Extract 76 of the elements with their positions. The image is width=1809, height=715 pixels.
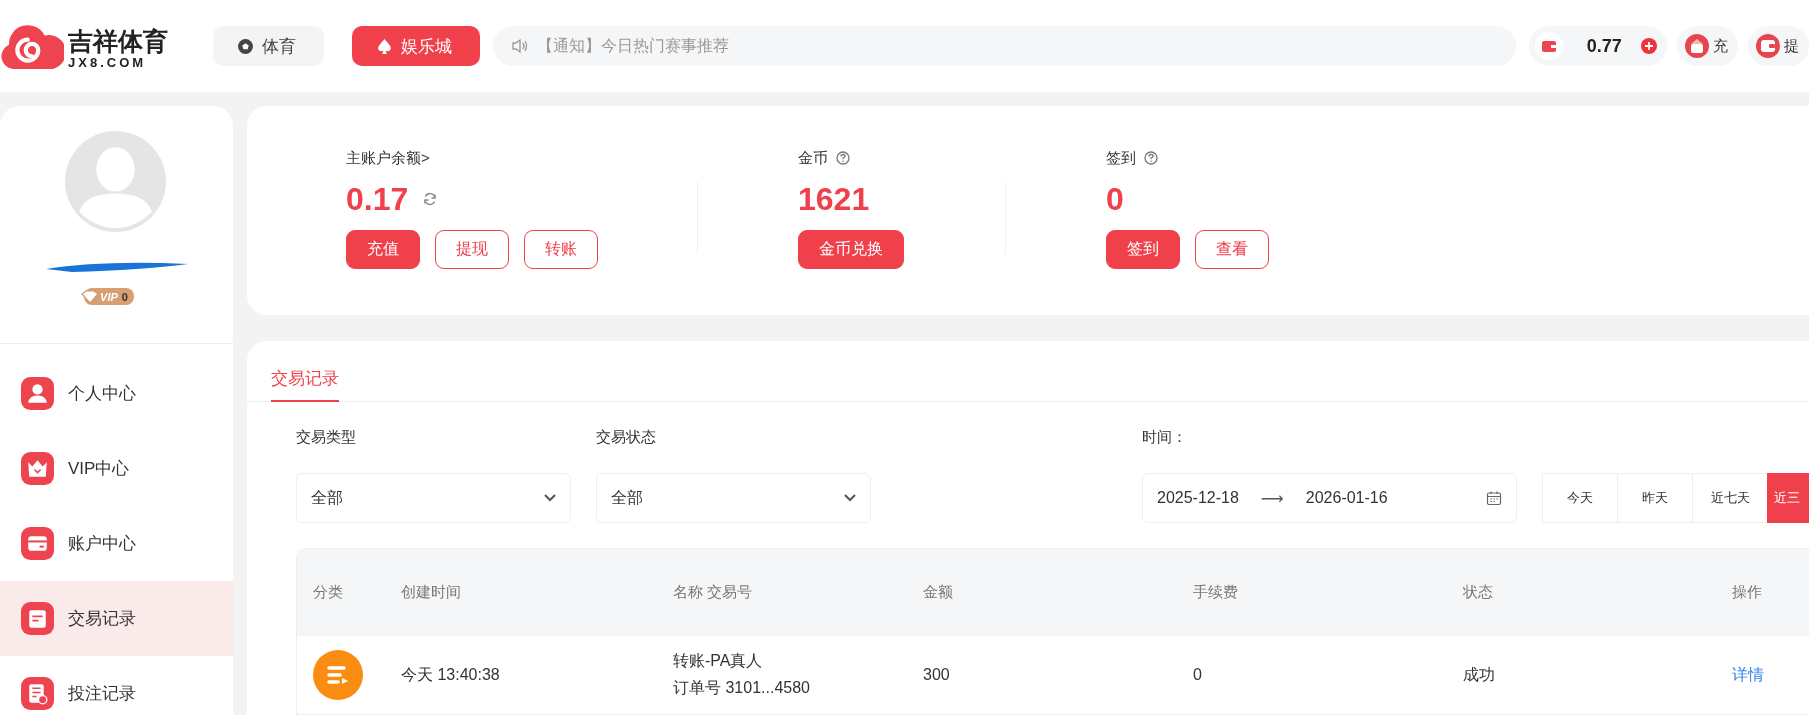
wallet-amount: 1621 (798, 180, 870, 218)
card-icon (21, 527, 54, 560)
details-link[interactable]: 详情 (1732, 664, 1792, 686)
table-cell-text: 300 (923, 666, 951, 684)
table-cell-text: 今天 13:40:38 (401, 664, 501, 685)
wallet-button[interactable]: 充值 (346, 230, 420, 269)
crown-icon (21, 452, 54, 485)
date-range-button[interactable]: 昨天 (1617, 473, 1692, 523)
wallet-button[interactable]: 金币兑换 (798, 230, 904, 269)
deposit-icon (1685, 34, 1709, 58)
wallet-label: 签到 (1106, 148, 1136, 168)
table-cell-text: 订单号 3101...4580 (673, 678, 811, 698)
table-cell-text: 转账-PA真人 (673, 651, 764, 671)
vip-level: 0 (121, 290, 128, 303)
shortcut-button[interactable]: 提 (1748, 26, 1809, 66)
wallet-icon (1534, 32, 1563, 60)
notepad-icon (21, 602, 54, 635)
wallet-button[interactable]: 转账 (524, 230, 598, 269)
logo-domain: JX8.COM (68, 54, 148, 70)
chevron-down-icon (843, 494, 856, 502)
wallet-button[interactable]: 提现 (435, 230, 509, 269)
date-range-field[interactable]: 2025-12-18 ⟶ 2026-01-16 (1142, 473, 1517, 523)
help-icon[interactable] (1144, 151, 1158, 165)
sidebar-label: 个人中心 (68, 383, 136, 405)
wallet-icon (1756, 34, 1780, 58)
wallet-label: 金币 (798, 148, 828, 168)
wallet-amount: 0.17 (346, 180, 409, 218)
sidebar-item[interactable]: 投注记录 (0, 656, 233, 715)
sidebar-label: 账户中心 (68, 533, 136, 555)
vip-label: VIP (100, 290, 118, 303)
filter-select[interactable]: 全部 (595, 473, 871, 523)
filter-select[interactable]: 全部 (296, 473, 571, 523)
sidebar-item[interactable]: VIP中心 (0, 431, 233, 506)
transfer-icon (313, 650, 363, 700)
sidebar-label: 交易记录 (68, 608, 136, 630)
refresh-icon[interactable] (422, 191, 439, 207)
spade-icon (376, 37, 393, 55)
column-header: 状态 (1463, 583, 1494, 602)
wallet-label: 主账户余额> (346, 148, 430, 168)
column-header: 金额 (923, 583, 954, 602)
filter-label: 时间： (1142, 428, 1188, 447)
filter-label: 交易状态 (595, 428, 657, 447)
help-icon[interactable] (836, 151, 850, 165)
wallet-amount: 0 (1106, 180, 1124, 218)
plus-icon[interactable] (1641, 38, 1657, 54)
speaker-icon (511, 38, 529, 54)
balance-amount: 0.77 (1586, 35, 1623, 57)
nav-tab[interactable]: 体育 (213, 26, 324, 66)
sidebar-label: 投注记录 (68, 683, 136, 705)
logo-name: 吉祥体育 (68, 26, 168, 55)
column-header: 分类 (312, 583, 344, 602)
table-cell-text: 成功 (1463, 664, 1496, 685)
table-cell-text: 0 (1193, 666, 1203, 684)
wallet-button[interactable]: 查看 (1195, 230, 1269, 269)
column-header: 创建时间 (401, 583, 462, 602)
date-range-button[interactable]: 近三 (1767, 473, 1809, 523)
date-range-button[interactable]: 今天 (1542, 473, 1617, 523)
soccer-ball-icon (237, 37, 254, 55)
sidebar-item[interactable]: 交易记录 (0, 581, 233, 656)
calendar-icon (1486, 490, 1502, 506)
column-header: 手续费 (1193, 583, 1239, 602)
filter-label: 交易类型 (296, 428, 357, 447)
column-header: 名称 交易号 (673, 583, 754, 602)
shortcut-button[interactable]: 充 (1677, 26, 1738, 66)
nav-tab[interactable]: 娱乐城 (352, 26, 480, 66)
date-range-button[interactable]: 近七天 (1692, 473, 1767, 523)
records-tab[interactable]: 交易记录 (271, 367, 339, 402)
notice-text: 【通知】今日热门赛事推荐 (537, 35, 729, 56)
sidebar-item[interactable]: 个人中心 (0, 356, 233, 431)
chevron-down-icon (544, 494, 556, 502)
column-header: 操作 (1732, 583, 1763, 602)
sidebar-label: VIP中心 (68, 458, 130, 480)
sidebar-item[interactable]: 账户中心 (0, 506, 233, 581)
user-icon (21, 377, 54, 410)
list-icon (21, 677, 54, 710)
wallet-button[interactable]: 签到 (1106, 230, 1180, 269)
